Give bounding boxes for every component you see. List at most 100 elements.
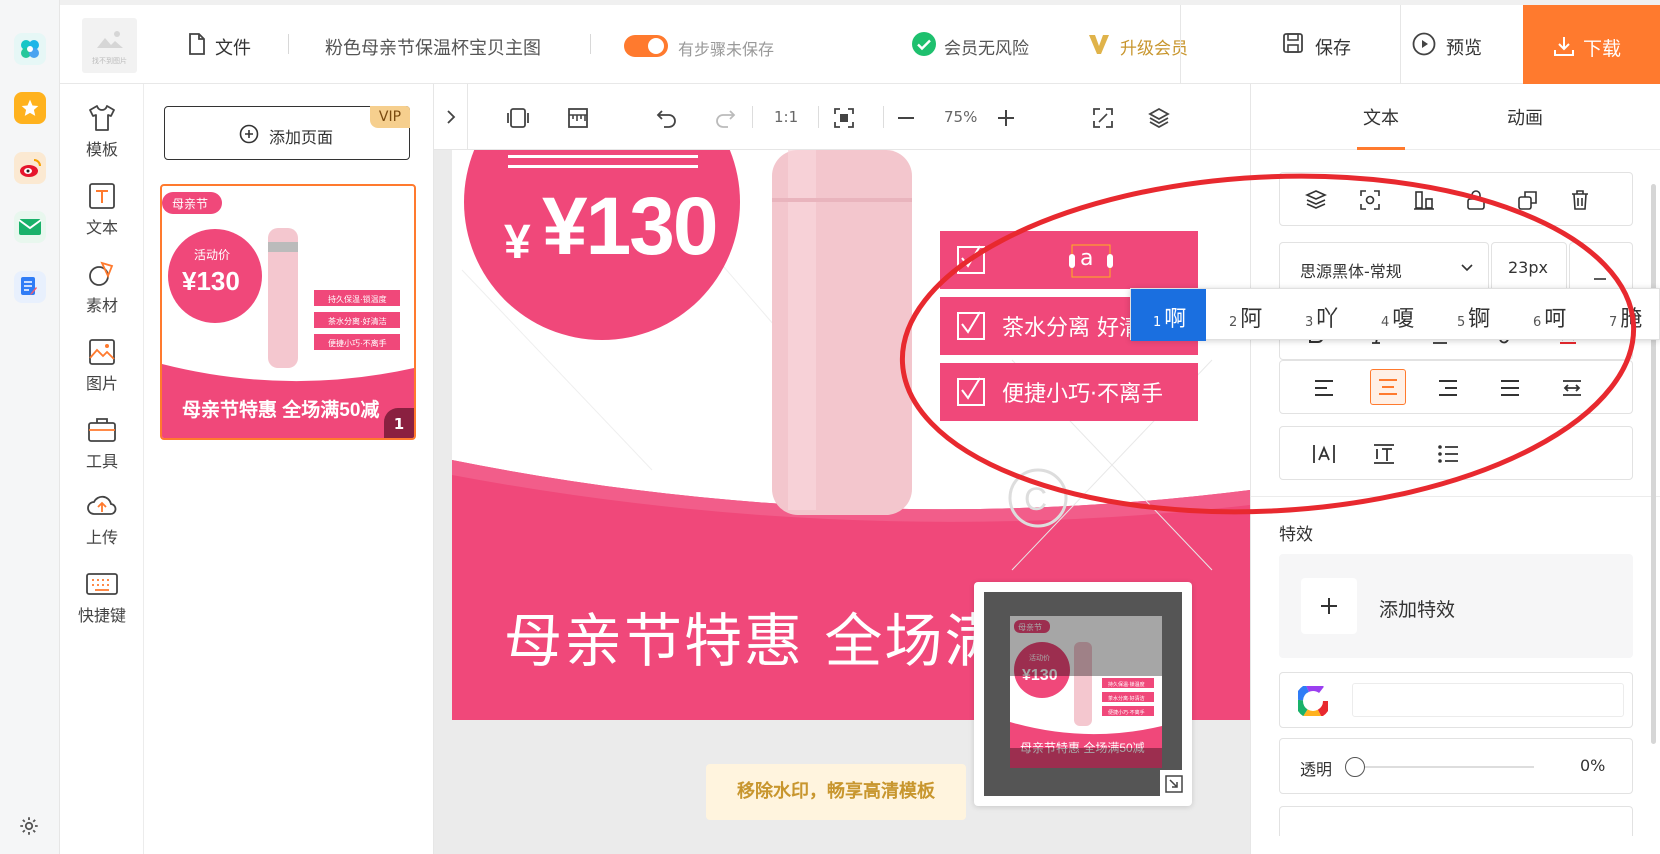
rail-template[interactable]: 模板 — [60, 104, 144, 160]
fullscreen-icon[interactable] — [1092, 107, 1114, 129]
preview-button[interactable]: 预览 — [1446, 34, 1482, 60]
rail-shortcut[interactable]: 快捷键 — [60, 570, 144, 626]
save-disk-icon[interactable] — [1282, 32, 1304, 54]
list-icon[interactable] — [1434, 440, 1462, 468]
collapse-panel-button[interactable] — [434, 84, 468, 150]
ime-candidate-6[interactable]: 6呵 — [1533, 301, 1566, 333]
download-label: 下载 — [1583, 38, 1622, 60]
tab-text[interactable]: 文本 — [1363, 104, 1399, 130]
minimap-feature-3: 便捷小巧·不离手 — [1108, 709, 1145, 716]
ratio-one-to-one-button[interactable]: 1:1 — [774, 108, 798, 126]
rail-upload-label: 上传 — [85, 528, 118, 547]
settings-gear-icon[interactable] — [18, 815, 40, 837]
ime-candidate-char: 啊 — [1164, 307, 1187, 332]
save-button[interactable]: 保存 — [1315, 34, 1351, 60]
undo-icon[interactable] — [656, 107, 678, 129]
rail-upload[interactable]: 上传 — [60, 492, 144, 548]
add-effect-card[interactable]: 添加特效 — [1279, 554, 1633, 658]
font-size-input[interactable]: 23px — [1491, 242, 1567, 294]
mail-icon[interactable] — [14, 211, 46, 243]
ime-candidate-2[interactable]: 2阿 — [1229, 301, 1262, 333]
focus-frame-icon[interactable] — [833, 107, 855, 129]
notes-edit-icon[interactable] — [14, 271, 46, 303]
ime-candidate-number: 5 — [1457, 315, 1466, 330]
favorites-star-icon[interactable] — [14, 92, 46, 124]
lock-icon[interactable] — [1462, 186, 1490, 214]
zoom-out-icon[interactable] — [896, 107, 916, 129]
color-value-input[interactable] — [1352, 683, 1624, 717]
page-thumbnail[interactable]: 母亲节 活动价 ¥130 持久保温·锁温度 茶水分离·好清洁 便捷小巧·不离手 … — [160, 184, 416, 440]
layer-order-icon[interactable] — [1302, 186, 1330, 214]
plus-circle-icon — [239, 124, 259, 144]
ime-candidate-char: 腌 — [1620, 307, 1643, 332]
shapes-icon — [89, 261, 114, 286]
ime-candidate-5[interactable]: 5锕 — [1457, 301, 1490, 333]
rail-material-label: 素材 — [85, 296, 118, 315]
ime-candidate-number: 3 — [1305, 315, 1314, 330]
zoom-in-icon[interactable] — [996, 107, 1016, 129]
keyboard-icon — [86, 573, 118, 595]
file-menu-button[interactable]: 文件 — [215, 34, 251, 60]
file-icon[interactable] — [188, 33, 206, 55]
delete-trash-icon[interactable] — [1566, 186, 1594, 214]
rail-image[interactable]: 图片 — [60, 338, 144, 394]
ime-candidate-7[interactable]: 7腌 — [1609, 301, 1642, 333]
navigator-minimap[interactable]: 母亲节 活动价 ¥130 持久保温·锁温度 茶水分离·好清洁 便捷小巧·不离手 … — [974, 582, 1192, 806]
play-preview-icon[interactable] — [1412, 32, 1436, 56]
puzzle-app-icon[interactable] — [14, 33, 46, 65]
document-title[interactable]: 粉色母亲节保温杯宝贝主图 — [325, 34, 541, 60]
rail-tools[interactable]: 工具 — [60, 416, 144, 472]
ime-candidate-3[interactable]: 3吖 — [1305, 301, 1338, 333]
rail-text[interactable]: 文本 — [60, 182, 144, 238]
add-effect-plus-button[interactable] — [1301, 578, 1357, 634]
opacity-slider-handle[interactable] — [1345, 757, 1365, 777]
minimap-collapse-button[interactable] — [1160, 770, 1188, 798]
design-feature-3[interactable]: 便捷小巧·不离手 — [1002, 376, 1163, 408]
ime-candidate-4[interactable]: 4嗄 — [1381, 301, 1414, 333]
autosave-toggle[interactable] — [624, 35, 668, 57]
minus-icon[interactable] — [1592, 271, 1608, 287]
font-family-value: 思源黑体-常规 — [1300, 262, 1402, 281]
align-justify-icon[interactable] — [1496, 374, 1524, 402]
design-banner-text[interactable]: 母亲节特惠 全场满 — [504, 594, 1004, 678]
ime-candidate-number: 2 — [1229, 315, 1238, 330]
duplicate-icon[interactable] — [1514, 186, 1542, 214]
align-left-icon[interactable] — [1310, 374, 1338, 402]
weibo-icon[interactable] — [14, 152, 46, 184]
align-center-icon[interactable] — [1370, 369, 1406, 405]
upgrade-member-link[interactable]: 升级会员 — [1120, 34, 1188, 59]
ruler-icon[interactable] — [567, 107, 589, 129]
next-property-row — [1279, 806, 1633, 836]
remove-watermark-banner[interactable]: 移除水印，畅享高清模板 — [706, 764, 966, 820]
design-feature-1-editing[interactable]: a — [1080, 246, 1093, 271]
ime-candidate-char: 吖 — [1316, 307, 1339, 332]
color-picker-row[interactable] — [1279, 672, 1633, 728]
distribute-icon[interactable] — [1558, 374, 1586, 402]
cloud-upload-icon — [87, 495, 117, 515]
thumb-feature-3: 便捷小巧·不离手 — [328, 338, 387, 348]
ime-candidate-1[interactable]: 1啊 — [1153, 301, 1186, 333]
add-page-label: 添加页面 — [269, 128, 334, 147]
panel-scrollbar[interactable] — [1651, 184, 1656, 744]
canvas-area: 1:1 75% ¥ C ¥130 a 茶水分离 好清洁 便捷小巧·不离手 母亲节… — [434, 84, 1250, 854]
align-right-icon[interactable] — [1434, 374, 1462, 402]
fit-page-icon[interactable] — [507, 107, 529, 129]
rail-material[interactable]: 素材 — [60, 260, 144, 316]
member-safe-label[interactable]: 会员无风险 — [944, 34, 1029, 59]
line-height-icon[interactable] — [1370, 440, 1398, 468]
crop-focus-icon[interactable] — [1356, 186, 1384, 214]
chevron-right-icon — [447, 110, 456, 124]
opacity-slider-track[interactable] — [1345, 757, 1534, 777]
align-objects-icon[interactable] — [1410, 186, 1438, 214]
redo-icon[interactable] — [714, 107, 736, 129]
letter-spacing-icon[interactable] — [1310, 440, 1338, 468]
plus-icon — [1321, 598, 1337, 614]
layers-icon[interactable] — [1148, 107, 1170, 129]
font-size-stepper[interactable] — [1569, 242, 1633, 294]
tab-animation[interactable]: 动画 — [1507, 104, 1543, 130]
download-button[interactable]: 下载 — [1523, 5, 1660, 84]
font-family-select[interactable]: 思源黑体-常规 — [1279, 242, 1489, 294]
add-page-button[interactable]: 添加页面 VIP — [164, 106, 410, 160]
properties-panel: 文本 动画 思源黑体-常规 23px 特效 添加特效 透明 0% — [1250, 84, 1660, 854]
design-price[interactable]: ¥130 — [542, 180, 718, 274]
